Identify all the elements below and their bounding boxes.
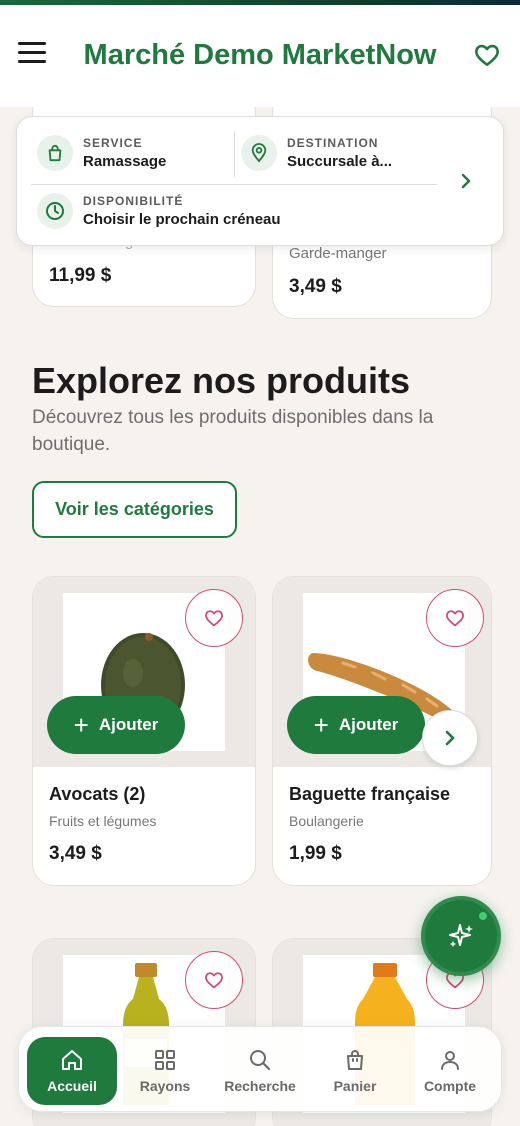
add-to-cart-button[interactable]: + Ajouter bbox=[47, 696, 185, 754]
product-category: Garde-manger bbox=[289, 245, 387, 262]
nav-item-search[interactable]: Recherche bbox=[215, 1037, 305, 1105]
home-icon bbox=[62, 1050, 82, 1070]
section-title: Explorez nos produits bbox=[32, 360, 411, 401]
grid-icon bbox=[155, 1050, 175, 1070]
product-name: Baguette française bbox=[289, 784, 451, 804]
nav-item-aisles[interactable]: Rayons bbox=[120, 1037, 210, 1105]
notification-dot bbox=[477, 910, 489, 922]
service-option[interactable]: SERVICE Ramassage bbox=[37, 135, 166, 171]
clock-icon bbox=[37, 193, 73, 229]
destination-label: DESTINATION bbox=[287, 136, 379, 150]
availability-value: Choisir le prochain créneau bbox=[83, 211, 281, 228]
heart-icon bbox=[205, 972, 223, 989]
nav-label: Accueil bbox=[47, 1078, 97, 1094]
chevron-right-icon bbox=[445, 730, 455, 746]
product-price: 11,99 $ bbox=[49, 265, 112, 286]
nav-item-cart[interactable]: Panier bbox=[310, 1037, 400, 1105]
product-category: Fruits et légumes bbox=[49, 813, 157, 829]
product-price: 1,99 $ bbox=[289, 843, 342, 864]
user-icon bbox=[441, 1051, 459, 1070]
plus-icon: + bbox=[313, 710, 329, 740]
bottom-navigation: Accueil Rayons Recherche Panier Compte bbox=[18, 1026, 502, 1112]
location-pin-icon bbox=[241, 135, 277, 171]
product-price: 3,49 $ bbox=[49, 843, 102, 864]
ai-assistant-button[interactable] bbox=[421, 896, 501, 976]
view-categories-button[interactable]: Voir les catégories bbox=[32, 481, 237, 538]
sparkles-icon bbox=[449, 924, 473, 947]
heart-icon bbox=[205, 610, 223, 627]
favorite-button[interactable] bbox=[426, 589, 484, 647]
service-selector-panel[interactable]: SERVICE Ramassage DESTINATION Succursale… bbox=[16, 116, 504, 246]
nav-item-home[interactable]: Accueil bbox=[27, 1037, 117, 1105]
add-to-cart-button[interactable]: + Ajouter bbox=[287, 696, 425, 754]
plus-icon: + bbox=[73, 710, 89, 740]
nav-label: Panier bbox=[333, 1078, 377, 1094]
favorite-button[interactable] bbox=[185, 951, 243, 1009]
page-title: Marché Demo MarketNow bbox=[83, 39, 437, 71]
search-icon bbox=[250, 1050, 271, 1071]
destination-value: Succursale à... bbox=[287, 153, 393, 170]
add-label: Ajouter bbox=[98, 715, 159, 734]
shopping-bag-icon bbox=[37, 135, 73, 171]
app-header: Marché Demo MarketNow bbox=[0, 5, 520, 107]
product-name: Avocats (2) bbox=[49, 784, 146, 804]
product-card[interactable]: + Ajouter Avocats (2) Fruits et légumes … bbox=[32, 576, 256, 886]
service-value: Ramassage bbox=[83, 153, 167, 170]
chevron-right-icon[interactable] bbox=[459, 173, 473, 189]
add-label: Ajouter bbox=[338, 715, 399, 734]
favorite-button[interactable] bbox=[185, 589, 243, 647]
nav-label: Rayons bbox=[139, 1078, 191, 1094]
favorites-heart-icon[interactable] bbox=[474, 43, 500, 67]
availability-label: DISPONIBILITÉ bbox=[83, 194, 184, 208]
service-label: SERVICE bbox=[83, 136, 143, 150]
section-subtitle: Découvrez tous les produits disponibles … bbox=[32, 407, 434, 455]
nav-label: Recherche bbox=[224, 1078, 296, 1094]
heart-icon bbox=[446, 610, 464, 627]
nav-label: Compte bbox=[423, 1078, 477, 1094]
divider bbox=[234, 131, 235, 177]
nav-item-account[interactable]: Compte bbox=[405, 1037, 495, 1105]
availability-option[interactable]: DISPONIBILITÉ Choisir le prochain crénea… bbox=[37, 193, 281, 229]
divider bbox=[31, 184, 437, 185]
destination-option[interactable]: DESTINATION Succursale à... bbox=[241, 135, 392, 171]
carousel-next-button[interactable] bbox=[422, 710, 478, 766]
product-category: Boulangerie bbox=[289, 813, 364, 829]
product-price: 3,49 $ bbox=[289, 276, 342, 297]
bag-icon bbox=[347, 1050, 363, 1070]
